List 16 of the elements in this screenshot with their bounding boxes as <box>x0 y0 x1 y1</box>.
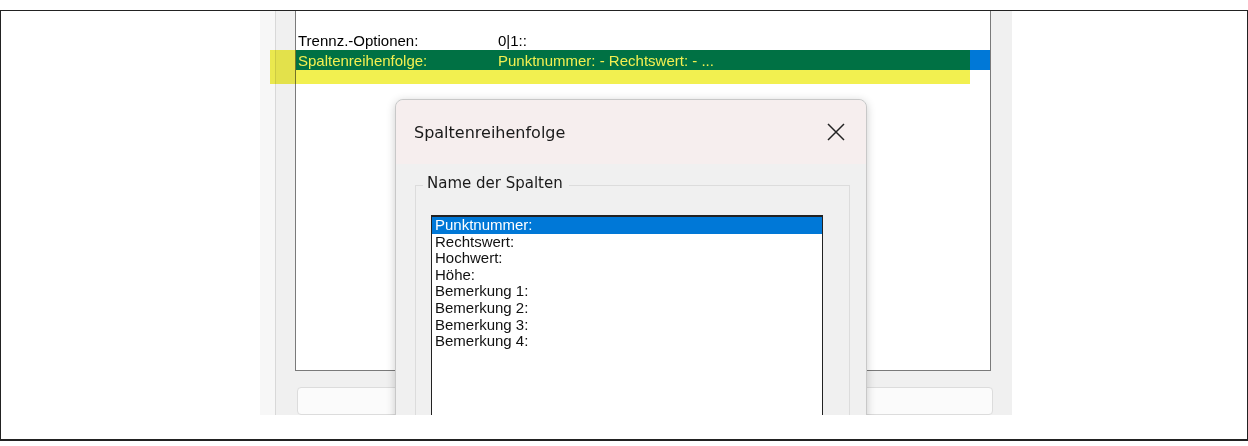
list-item[interactable]: Bemerkung 4: <box>432 333 822 350</box>
dialog-title: Spaltenreihenfolge <box>414 122 566 142</box>
list-item[interactable]: Rechtswert: <box>432 233 822 251</box>
list-item[interactable]: Bemerkung 2: <box>432 299 822 317</box>
settings-row[interactable]: Trennz.-Optionen: 0|1:: <box>296 30 990 50</box>
setting-value: 0|1:: <box>498 31 527 49</box>
list-item[interactable]: Bemerkung 3: <box>432 316 822 334</box>
list-item[interactable]: Höhe: <box>432 266 822 284</box>
group-label: Name der Spalten <box>423 174 569 192</box>
setting-label: Spaltenreihenfolge: <box>298 51 429 69</box>
close-icon <box>827 123 845 141</box>
setting-value: Punktnummer: - Rechtswert: - ... <box>498 51 714 69</box>
list-item[interactable]: Hochwert: <box>432 250 822 267</box>
list-item[interactable]: Bemerkung 1: <box>432 283 822 300</box>
setting-label: Trennz.-Optionen: <box>298 31 420 49</box>
list-item[interactable]: Punktnummer: <box>432 217 822 234</box>
